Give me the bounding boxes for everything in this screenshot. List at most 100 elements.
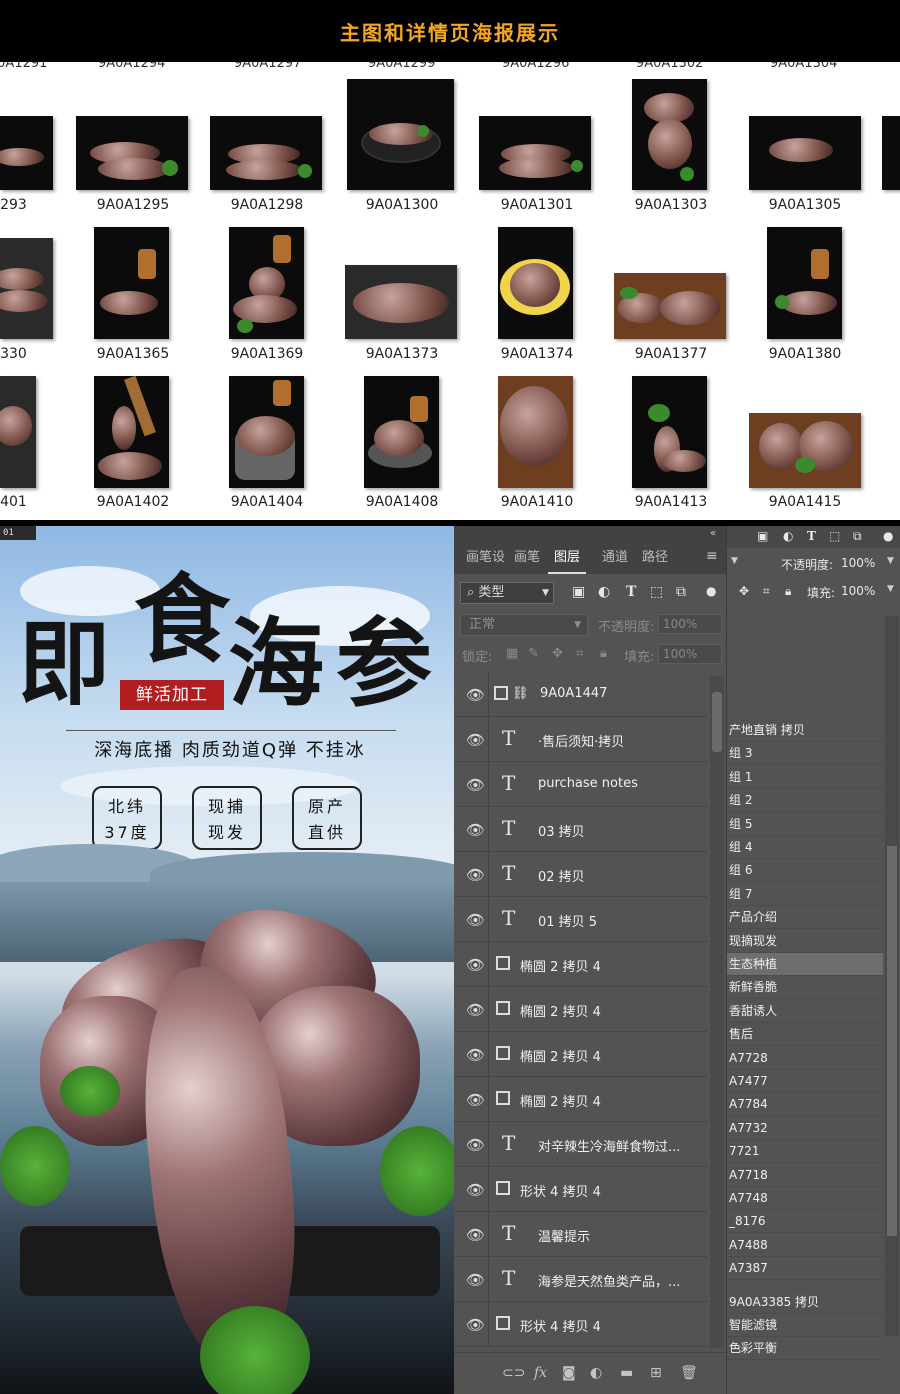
tab-paths[interactable]: 路径 [642, 546, 668, 565]
visibility-eye-icon[interactable]: 👁︎ [466, 1271, 485, 1289]
scroll-thumb[interactable] [712, 692, 722, 752]
layer-scrollbar[interactable] [710, 676, 724, 1348]
thumbnail[interactable] [94, 227, 169, 339]
lock-artboard-icon[interactable]: ⌗ [576, 646, 583, 661]
visibility-eye-icon[interactable]: 👁︎ [466, 776, 485, 794]
secondary-layer-row[interactable]: 组 4 [727, 836, 883, 859]
layer-row[interactable]: 👁︎ 椭圆 2 拷贝 4 [454, 942, 708, 987]
opacity-value[interactable]: 100% [841, 556, 875, 570]
filter-kind-select[interactable]: ⌕ 类型 ▼ [460, 582, 554, 604]
secondary-layer-row[interactable]: 9A0A3385 拷贝 [727, 1291, 883, 1314]
thumbnail[interactable] [229, 376, 304, 488]
layer-row[interactable]: 👁︎ 椭圆 2 拷贝 4 [454, 1032, 708, 1077]
secondary-layer-row[interactable]: 新鲜香脆 [727, 976, 883, 1000]
layer-row[interactable]: 👁︎ 形状 4 拷贝 4 [454, 1167, 708, 1212]
visibility-eye-icon[interactable]: 👁︎ [466, 956, 485, 974]
fill-value[interactable]: 100% [841, 584, 875, 598]
layer-row[interactable]: 👁︎ Tpurchase notes [454, 762, 708, 807]
chevron-down-icon[interactable]: ▼ [731, 556, 738, 566]
secondary-layer-row[interactable]: _8176 [727, 1210, 883, 1234]
secondary-layer-row[interactable]: 生态种植 [727, 953, 883, 976]
lock-brush-icon[interactable]: ✎ [528, 646, 539, 661]
lock-position-icon[interactable]: ✥ [739, 584, 749, 598]
layer-row[interactable]: 👁︎ ⛓ 9A0A1447 [454, 672, 708, 717]
thumbnail[interactable] [479, 116, 591, 190]
secondary-layer-row[interactable]: 组 2 [727, 789, 883, 813]
panel-menu-icon[interactable]: ≡ [706, 548, 718, 564]
layer-row[interactable]: 👁︎ T 02 拷贝 [454, 852, 708, 897]
image-filter-icon[interactable]: ▣ [572, 584, 585, 600]
layer-row[interactable]: 👁︎ 形状 4 拷贝 4 [454, 1302, 708, 1347]
fx-icon[interactable]: fx [534, 1365, 547, 1381]
visibility-eye-icon[interactable]: 👁︎ [466, 1136, 485, 1154]
thumbnail[interactable] [632, 376, 707, 488]
secondary-layer-row[interactable]: A7718 [727, 1164, 883, 1187]
visibility-eye-icon[interactable]: 👁︎ [466, 1181, 485, 1199]
secondary-layer-row[interactable]: 售后 [727, 1023, 883, 1047]
thumbnail[interactable] [498, 376, 573, 488]
thumbnail[interactable] [632, 79, 707, 190]
smart-object-filter-icon[interactable]: ⧉ [853, 529, 862, 544]
layer-row[interactable]: 👁︎ T 对辛辣生冷海鲜食物过... [454, 1122, 708, 1167]
secondary-layer-row[interactable]: 产地直销 拷贝 [727, 719, 883, 742]
visibility-eye-icon[interactable]: 👁︎ [466, 821, 485, 839]
layer-row[interactable]: 👁︎ T 海参是天然鱼类产品，... [454, 1257, 708, 1302]
secondary-layer-row[interactable]: A7784 [727, 1093, 883, 1117]
layer-row[interactable]: 👁︎ T 03 拷贝 [454, 807, 708, 852]
smart-object-filter-icon[interactable]: ⧉ [676, 584, 686, 600]
fill-field[interactable]: 100% [658, 644, 722, 664]
secondary-layer-row[interactable]: 产品介绍 [727, 906, 883, 930]
thumbnail[interactable] [0, 238, 53, 339]
visibility-eye-icon[interactable]: 👁︎ [466, 731, 485, 749]
thumbnail[interactable] [0, 116, 53, 190]
document-tab[interactable]: 01 [0, 526, 36, 540]
secondary-layer-row[interactable]: 组 5 [727, 813, 883, 836]
chevron-down-icon[interactable]: ▼ [887, 556, 894, 566]
thumbnail[interactable] [749, 116, 861, 190]
chevron-down-icon[interactable]: ▼ [887, 584, 894, 594]
tab-channels[interactable]: 通道 [602, 546, 628, 565]
thumbnail[interactable] [210, 116, 322, 190]
shape-filter-icon[interactable]: ⬚ [650, 584, 663, 600]
secondary-layer-row[interactable]: 现摘现发 [727, 930, 883, 953]
secondary-layer-row[interactable]: A7477 [727, 1070, 883, 1093]
thumbnail[interactable] [94, 376, 169, 488]
secondary-layer-row[interactable]: A7387 [727, 1257, 883, 1281]
layer-row[interactable]: 👁︎ T ·售后须知·拷贝 [454, 717, 708, 762]
visibility-eye-icon[interactable]: 👁︎ [466, 866, 485, 884]
thumbnail[interactable] [364, 376, 439, 488]
blend-mode-select[interactable]: 正常 ▼ [460, 614, 588, 636]
secondary-layer-row[interactable]: A7728 [727, 1047, 883, 1070]
thumbnail[interactable] [882, 116, 900, 190]
secondary-layer-row[interactable]: 7721 [727, 1140, 883, 1164]
filter-toggle-icon[interactable]: ● [706, 584, 716, 598]
secondary-layer-row[interactable]: 组 1 [727, 766, 883, 789]
shape-filter-icon[interactable]: ⬚ [829, 529, 840, 543]
thumbnail[interactable] [347, 79, 454, 190]
thumbnail[interactable] [76, 116, 188, 190]
visibility-eye-icon[interactable]: 👁︎ [466, 911, 485, 929]
secondary-layer-row[interactable]: 智能滤镜 [727, 1314, 883, 1337]
lock-position-icon[interactable]: ✥ [552, 646, 563, 661]
visibility-eye-icon[interactable]: 👁︎ [466, 1226, 485, 1244]
visibility-eye-icon[interactable]: 👁︎ [466, 1001, 485, 1019]
secondary-layer-row[interactable]: A7488 [727, 1234, 883, 1257]
visibility-eye-icon[interactable]: 👁︎ [466, 1316, 485, 1334]
secondary-layer-row[interactable]: 组 3 [727, 742, 883, 766]
layer-row[interactable]: 👁︎ T 温馨提示 [454, 1212, 708, 1257]
thumbnail[interactable] [767, 227, 842, 339]
layer-row[interactable]: 👁︎ 椭圆 2 拷贝 4 [454, 987, 708, 1032]
lock-transparent-icon[interactable]: ▦ [506, 646, 518, 661]
new-layer-icon[interactable]: ⊞ [650, 1365, 662, 1381]
secondary-layer-row[interactable]: 组 7 [727, 883, 883, 906]
tab-layers[interactable]: 图层 [554, 546, 580, 565]
lock-artboard-icon[interactable]: ⌗ [763, 584, 770, 599]
delete-layer-icon[interactable]: 🗑︎ [680, 1365, 698, 1381]
secondary-layer-row[interactable]: A7748 [727, 1187, 883, 1210]
visibility-eye-icon[interactable]: 👁︎ [466, 686, 485, 704]
add-mask-icon[interactable]: ◙ [562, 1365, 576, 1381]
secondary-layer-row[interactable]: 组 6 [727, 859, 883, 883]
secondary-layer-row[interactable]: A7732 [727, 1117, 883, 1140]
visibility-eye-icon[interactable]: 👁︎ [466, 1091, 485, 1109]
filter-toggle-icon[interactable]: ● [883, 529, 893, 543]
